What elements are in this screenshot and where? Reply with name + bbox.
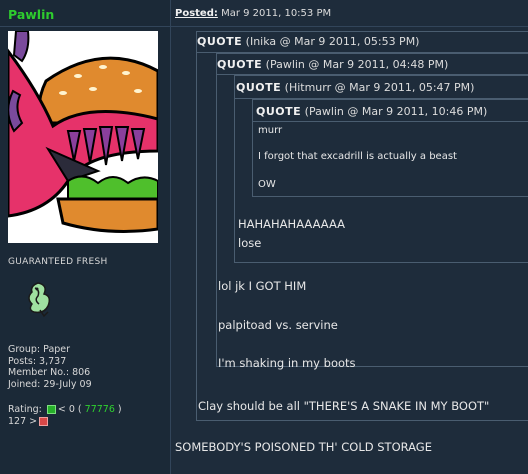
quote-header: QUOTE (Inika @ Mar 9 2011, 05:53 PM) — [197, 35, 419, 48]
quote-header: QUOTE (Pawlin @ Mar 9 2011, 10:46 PM) — [256, 105, 487, 118]
quote-meta: (Inika @ Mar 9 2011, 05:53 PM) — [245, 35, 420, 48]
rating-value: < 0 ( — [57, 404, 82, 415]
avatar-image — [8, 31, 158, 243]
quote-label: QUOTE — [236, 81, 282, 94]
user-stats: Group: Paper Posts: 3,737 Member No.: 80… — [8, 344, 92, 390]
quote-text: palpitoad vs. servine — [218, 318, 338, 332]
rating-down-icon[interactable] — [39, 416, 49, 426]
posted-date: Mar 9 2011, 10:53 PM — [221, 8, 332, 19]
quote-meta: (Hitmurr @ Mar 9 2011, 05:47 PM) — [284, 81, 475, 94]
pokemon-sprite-icon — [28, 282, 51, 318]
quote-text: Clay should be all "THERE'S A SNAKE IN M… — [198, 399, 490, 413]
quote-text: HAHAHAHAAAAAA — [238, 217, 345, 231]
divider — [235, 98, 528, 99]
post-text: SOMEBODY'S POISONED TH' COLD STORAGE — [175, 440, 432, 454]
quote-text: lose — [238, 236, 262, 250]
divider — [0, 26, 170, 27]
rating-label: Rating: — [8, 404, 42, 415]
posted-label[interactable]: Posted: — [175, 8, 218, 19]
quote-label: QUOTE — [217, 58, 263, 71]
quote-text: I'm shaking in my boots — [218, 356, 356, 370]
divider — [253, 121, 528, 122]
post-body: Posted: Mar 9 2011, 10:53 PM QUOTE (Inik… — [171, 0, 528, 474]
quote-text: murr — [258, 125, 283, 136]
rating-close: ) — [117, 404, 122, 415]
divider — [217, 74, 528, 75]
quote-header: QUOTE (Hitmurr @ Mar 9 2011, 05:47 PM) — [236, 81, 474, 94]
quote-meta: (Pawlin @ Mar 9 2011, 04:48 PM) — [265, 58, 449, 71]
divider — [197, 52, 528, 53]
username[interactable]: Pawlin — [8, 7, 54, 22]
quote-label: QUOTE — [256, 105, 302, 118]
quote-text: I forgot that excadrill is actually a be… — [258, 151, 457, 162]
post-header: Posted: Mar 9 2011, 10:53 PM — [175, 8, 331, 19]
avatar — [8, 31, 158, 243]
avatar-caption: GUARANTEED FRESH — [8, 257, 108, 267]
quote-text: OW — [258, 179, 276, 190]
rating-up-icon[interactable] — [46, 405, 56, 414]
quote-label: QUOTE — [197, 35, 243, 48]
user-group: Group: Paper — [8, 344, 71, 355]
divider — [171, 26, 528, 27]
rating-score: 77776 — [84, 404, 115, 415]
quote-header: QUOTE (Pawlin @ Mar 9 2011, 04:48 PM) — [217, 58, 448, 71]
user-posts: Posts: 3,737 — [8, 355, 67, 367]
quote-meta: (Pawlin @ Mar 9 2011, 10:46 PM) — [304, 105, 488, 118]
user-rating: Rating: < 0 ( 77776 ) 127 > — [8, 404, 122, 427]
user-sidebar: Pawlin GUARANTEED FRESH Group: Paper Pos… — [0, 0, 171, 474]
user-joined: Joined: 29-July 09 — [8, 378, 92, 390]
quote-text: lol jk I GOT HIM — [218, 279, 307, 293]
user-member-no: Member No.: 806 — [8, 367, 91, 378]
rating-next: 127 > — [8, 415, 38, 427]
